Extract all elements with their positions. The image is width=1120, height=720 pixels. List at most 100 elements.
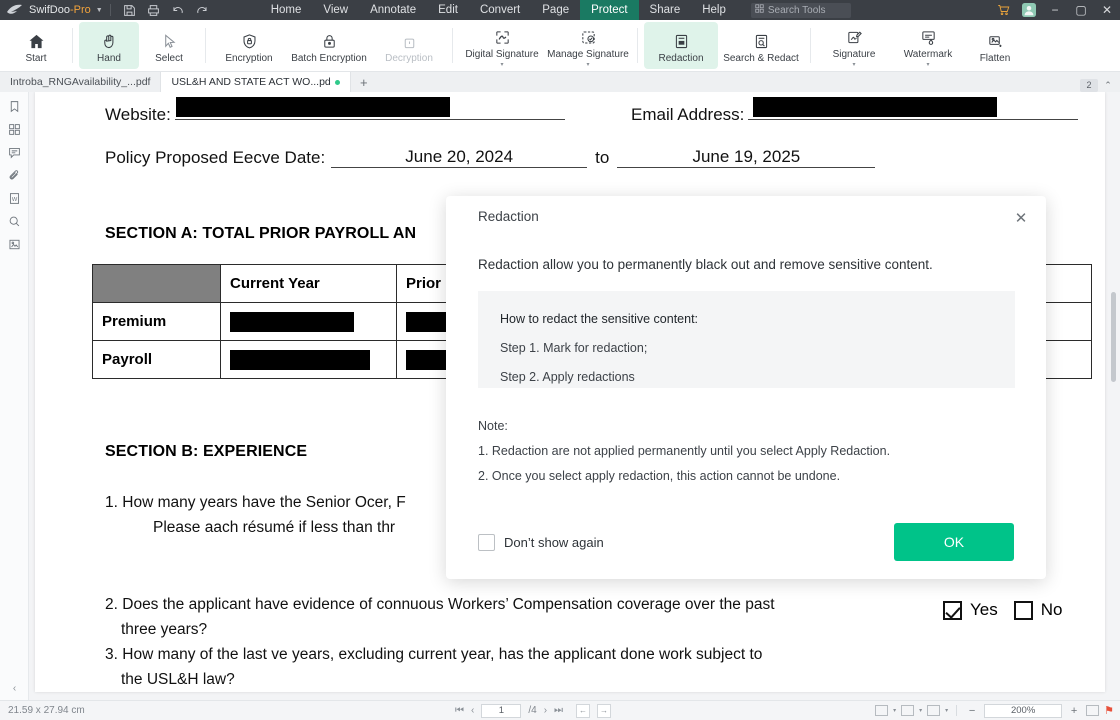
ribbon-hand[interactable]: Hand — [79, 22, 139, 69]
menu-item-help[interactable]: Help — [691, 0, 737, 20]
step-1: Step 1. Mark for redaction; — [500, 341, 648, 355]
chevron-down-icon[interactable]: ▼ — [96, 7, 103, 14]
menu-item-edit[interactable]: Edit — [427, 0, 469, 20]
image-extract-icon[interactable] — [3, 236, 25, 252]
note-heading: Note: — [478, 419, 508, 433]
close-icon[interactable]: ✕ — [1010, 207, 1032, 229]
email-field-row: Email Address: — [631, 97, 1079, 125]
menu-item-home[interactable]: Home — [260, 0, 313, 20]
divider — [637, 28, 638, 63]
policy-end-underline: June 19, 2025 — [617, 147, 876, 168]
ribbon-batch-encryption[interactable]: Batch Encryption — [286, 22, 372, 69]
section-b-title: SECTION B: EXPERIENCE — [105, 443, 308, 460]
redaction-icon — [673, 28, 690, 50]
search-tools-input[interactable]: Search Tools — [750, 2, 851, 18]
app-title: SwifDoo-Pro — [29, 4, 91, 16]
page-number-input[interactable]: 1 — [481, 703, 522, 718]
first-page-button[interactable]: ⏮ — [455, 705, 464, 716]
menu-item-page[interactable]: Page — [531, 0, 580, 20]
main-menu: Home View Annotate Edit Convert Page Pro… — [260, 0, 737, 20]
attachment-icon[interactable] — [3, 167, 25, 183]
avatar[interactable] — [1016, 0, 1042, 20]
divider — [810, 28, 811, 63]
app-name-text: SwifDoo — [29, 4, 70, 16]
single-page-icon[interactable] — [901, 705, 915, 716]
pin-icon[interactable]: ⚑ — [1104, 704, 1114, 717]
page-count-badge[interactable]: 2 — [1080, 78, 1098, 92]
ribbon-watermark[interactable]: Watermark ▾ — [891, 22, 965, 69]
last-page-button[interactable]: ⏭ — [554, 705, 563, 716]
document-scrollbar[interactable] — [1111, 292, 1116, 382]
manage-signature-icon — [580, 24, 597, 46]
redacted-block — [753, 97, 998, 117]
ribbon-encryption[interactable]: Encryption — [212, 22, 286, 69]
menu-item-protect[interactable]: Protect — [580, 0, 639, 20]
grid-view-icon[interactable] — [875, 705, 889, 716]
bookmark-icon[interactable] — [3, 98, 25, 114]
no-checkbox[interactable] — [1013, 600, 1033, 620]
navigate-back-button[interactable]: ← — [576, 703, 591, 718]
print-icon[interactable] — [142, 0, 166, 20]
policy-date-label: Policy Proposed Eecve Date: — [105, 148, 326, 167]
next-page-button[interactable]: › — [544, 705, 547, 716]
chevron-down-icon[interactable]: ▾ — [893, 707, 896, 714]
yes-checkbox[interactable] — [943, 600, 962, 620]
navigate-forward-button[interactable]: → — [597, 703, 612, 718]
ribbon-flatten[interactable]: Flatten — [965, 22, 1025, 69]
search-icon[interactable] — [3, 213, 25, 229]
section-a-title: SECTION A: TOTAL PRIOR PAYROLL AN — [105, 225, 417, 242]
dont-show-again-checkbox[interactable] — [478, 533, 495, 551]
word-icon[interactable]: W — [3, 190, 25, 206]
undo-icon[interactable] — [166, 0, 190, 20]
new-tab-button[interactable]: + — [351, 72, 377, 92]
zoom-out-button[interactable]: − — [965, 705, 979, 717]
title-bar: SwifDoo-Pro ▼ Home View Annotate Edit Co… — [0, 0, 1120, 20]
policy-date-row: Policy Proposed Eecve Date: June 20, 202… — [105, 147, 876, 168]
save-icon[interactable] — [118, 0, 142, 20]
ribbon-select[interactable]: Select — [139, 22, 199, 69]
redaction-dialog: Redaction ✕ Redaction allow you to perma… — [446, 196, 1046, 579]
minimize-button[interactable]: − — [1042, 0, 1068, 20]
chevron-down-icon[interactable]: ▾ — [586, 62, 589, 68]
chevron-down-icon[interactable]: ▾ — [926, 62, 929, 68]
search-tools-placeholder: Search Tools — [767, 4, 826, 16]
cart-icon[interactable] — [990, 0, 1016, 20]
padlock-icon — [321, 28, 338, 50]
dont-show-again-label[interactable]: Don’t show again — [504, 535, 604, 550]
tab-bar-right-controls: 2 ⌃ — [1080, 78, 1120, 92]
zoom-level-input[interactable]: 200% — [984, 703, 1063, 718]
redo-icon[interactable] — [190, 0, 214, 20]
thumbnails-icon[interactable] — [3, 121, 25, 137]
doc-tab-uslh[interactable]: USL&H AND STATE ACT WO...pd — [161, 72, 351, 92]
ribbon-signature[interactable]: Signature ▾ — [817, 22, 891, 69]
ribbon-manage-signature[interactable]: Manage Signature ▾ — [545, 22, 631, 69]
comment-icon[interactable] — [3, 144, 25, 160]
close-button[interactable]: ✕ — [1094, 0, 1120, 20]
menu-item-annotate[interactable]: Annotate — [359, 0, 427, 20]
divider — [956, 705, 958, 716]
menu-item-convert[interactable]: Convert — [469, 0, 531, 20]
ribbon-search-redact[interactable]: Search & Redact — [718, 22, 804, 69]
collapse-ribbon-icon[interactable]: ⌃ — [1100, 78, 1116, 92]
ribbon-digital-signature[interactable]: Digital Signature ▾ — [459, 22, 545, 69]
prev-page-button[interactable]: ‹ — [471, 705, 474, 716]
shield-lock-icon — [241, 28, 258, 50]
chevron-down-icon[interactable]: ▾ — [852, 62, 855, 68]
chevron-down-icon[interactable]: ▾ — [945, 707, 948, 714]
ok-button[interactable]: OK — [894, 523, 1014, 561]
doc-tab-introba[interactable]: Introba_RNGAvailability_...pdf — [0, 72, 162, 92]
menu-item-share[interactable]: Share — [639, 0, 692, 20]
ribbon-decryption: Decryption — [372, 22, 446, 69]
chevron-down-icon[interactable]: ▾ — [500, 62, 503, 68]
zoom-in-button[interactable]: + — [1067, 705, 1081, 717]
continuous-icon[interactable] — [927, 705, 941, 716]
dialog-note: Note: 1. Redaction are not applied perma… — [478, 414, 890, 489]
chevron-down-icon[interactable]: ▾ — [919, 707, 922, 714]
maximize-button[interactable]: ▢ — [1068, 0, 1094, 20]
ribbon-digital-signature-label: Digital Signature — [465, 48, 539, 60]
rail-collapse-button[interactable]: ‹ — [0, 683, 29, 694]
fit-page-icon[interactable] — [1086, 705, 1100, 716]
menu-item-view[interactable]: View — [312, 0, 359, 20]
ribbon-start[interactable]: Start — [6, 22, 66, 69]
ribbon-redaction[interactable]: Redaction — [644, 22, 718, 69]
